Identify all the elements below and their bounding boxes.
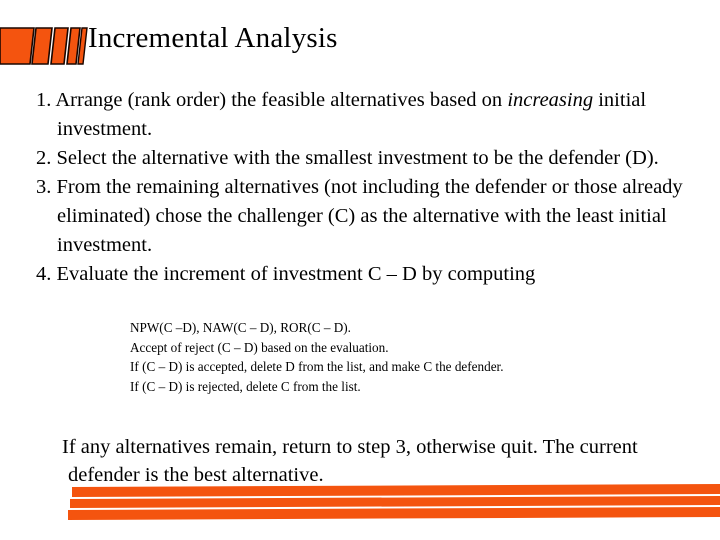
sub-line: Accept of reject (C – D) based on the ev… bbox=[130, 339, 389, 355]
list-item-text: From the remaining alternatives (not inc… bbox=[56, 176, 683, 256]
incremental-analysis-steps: 1. Arrange (rank order) the feasible alt… bbox=[0, 86, 720, 289]
list-item: 1. Arrange (rank order) the feasible alt… bbox=[0, 86, 720, 144]
page-title: Incremental Analysis bbox=[88, 22, 338, 54]
sub-line: If (C – D) is rejected, delete C from th… bbox=[130, 378, 361, 394]
evaluation-detail-lines: NPW(C –D), NAW(C – D), ROR(C – D). Accep… bbox=[130, 318, 690, 396]
list-item-text-0a: Arrange (rank order) the feasible altern… bbox=[55, 89, 508, 111]
list-item-text-0b-italic: increasing bbox=[507, 89, 594, 111]
sub-line: NPW(C –D), NAW(C – D), ROR(C – D). bbox=[130, 320, 351, 335]
list-item-text: Select the alternative with the smallest… bbox=[56, 147, 659, 169]
sub-line: If (C – D) is accepted, delete D from th… bbox=[130, 359, 504, 374]
list-item: 2. Select the alternative with the small… bbox=[0, 144, 720, 173]
slanted-bars-icon bbox=[0, 26, 88, 66]
slanted-triple-bar-rule bbox=[0, 480, 720, 525]
list-item-number: 1. bbox=[36, 89, 52, 111]
list-item-text: Evaluate the increment of investment C –… bbox=[56, 263, 536, 285]
slide-title-row: Incremental Analysis bbox=[0, 18, 720, 70]
presentation-slide: Incremental Analysis 1. Arrange (rank or… bbox=[0, 0, 720, 540]
list-item: 4. Evaluate the increment of investment … bbox=[0, 260, 720, 289]
list-item: 3. From the remaining alternatives (not … bbox=[0, 173, 720, 260]
list-item-number: 2. bbox=[36, 147, 52, 169]
list-item-number: 4. bbox=[36, 263, 52, 285]
list-item-number: 3. bbox=[36, 176, 52, 198]
